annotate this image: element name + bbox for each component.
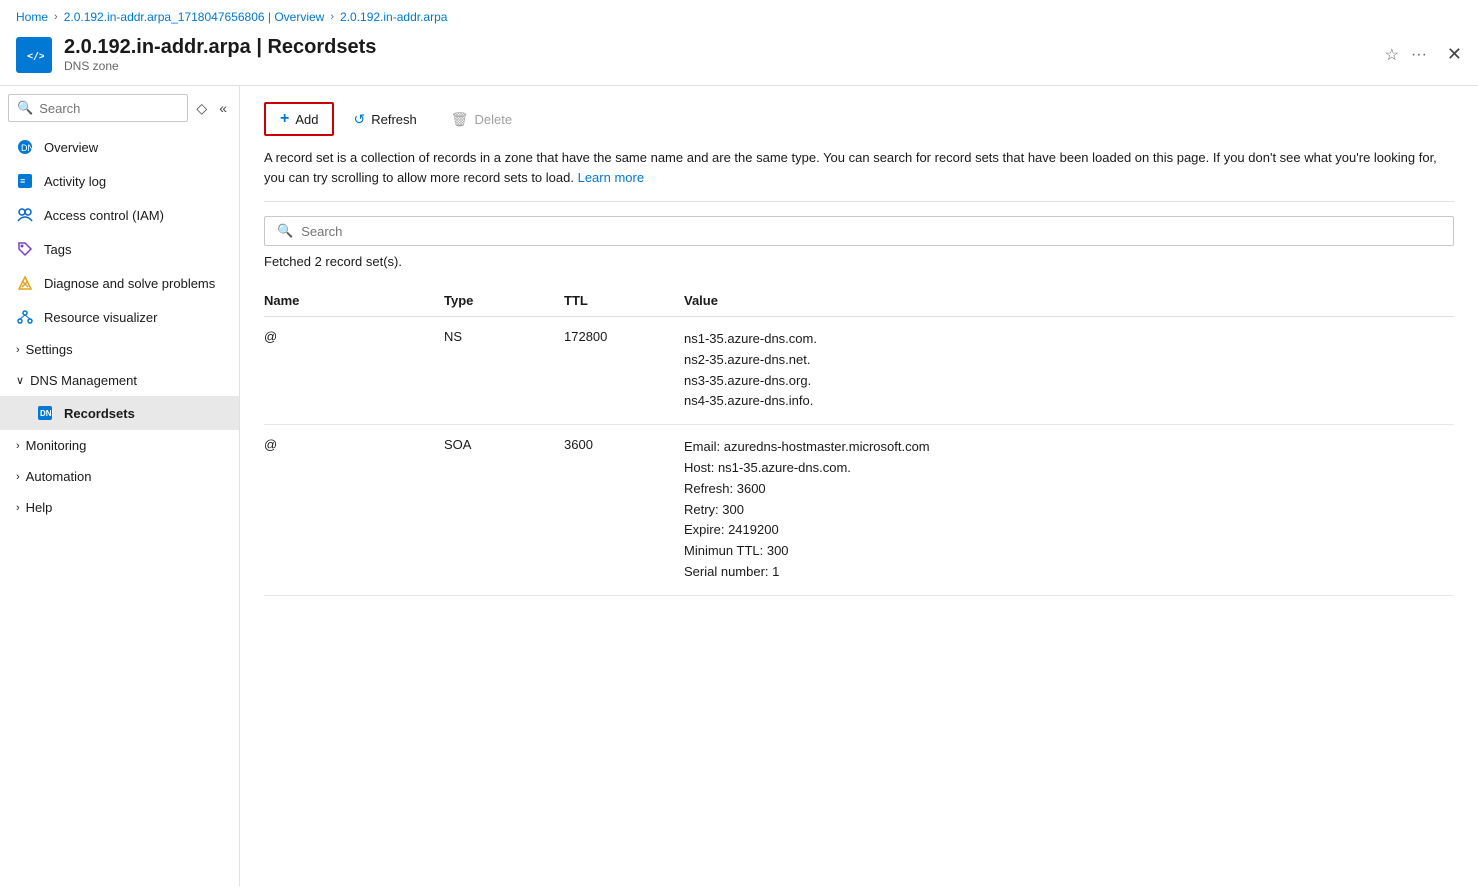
sidebar-label-help: Help [26, 500, 53, 515]
activity-log-icon: ≡ [16, 172, 34, 190]
sidebar-label-resource-visualizer: Resource visualizer [44, 310, 157, 325]
recordsets-icon: DNS [36, 404, 54, 422]
refresh-button[interactable]: ↺ Refresh [338, 104, 431, 135]
tags-icon [16, 240, 34, 258]
resource-icon: </> [16, 37, 52, 73]
dns-mgmt-collapse-icon: ∨ [16, 374, 24, 387]
more-options-icon[interactable]: ··· [1411, 46, 1427, 64]
search-icon: 🔍 [17, 100, 33, 116]
delete-icon: 🗑 [451, 111, 469, 128]
record-value: Email: azuredns-hostmaster.microsoft.com… [684, 425, 1454, 596]
sidebar-label-dns-management: DNS Management [30, 373, 137, 388]
sidebar-label-automation: Automation [26, 469, 92, 484]
page-header: </> 2.0.192.in-addr.arpa | Recordsets DN… [0, 30, 1478, 86]
svg-text:DNS: DNS [21, 143, 33, 153]
svg-text:DNS: DNS [40, 409, 53, 418]
record-ttl: 3600 [564, 425, 684, 596]
collapse-sidebar-icon[interactable]: « [215, 98, 231, 119]
record-name: @ [264, 425, 444, 596]
col-header-name: Name [264, 285, 444, 317]
records-search-input[interactable] [301, 224, 1441, 239]
record-type: SOA [444, 425, 564, 596]
add-button[interactable]: + Add [264, 102, 334, 136]
fetched-count: Fetched 2 record set(s). [264, 254, 1454, 269]
info-text-content: A record set is a collection of records … [264, 150, 1437, 185]
sidebar-item-tags[interactable]: Tags [0, 232, 239, 266]
sidebar-group-monitoring[interactable]: › Monitoring [0, 430, 239, 461]
delete-label: Delete [475, 112, 513, 127]
sidebar-label-monitoring: Monitoring [26, 438, 87, 453]
sidebar-search-input[interactable] [39, 101, 179, 116]
resource-type: DNS zone [64, 59, 1373, 73]
refresh-label: Refresh [371, 112, 417, 127]
delete-button[interactable]: 🗑 Delete [436, 104, 527, 135]
page-title: 2.0.192.in-addr.arpa | Recordsets [64, 36, 1373, 59]
help-expand-icon: › [16, 502, 20, 514]
refresh-icon: ↺ [353, 111, 365, 128]
record-name: @ [264, 317, 444, 425]
sidebar: 🔍 ◇ « DNS Overview ≡ Activity log [0, 86, 240, 886]
sidebar-item-recordsets[interactable]: DNS Recordsets [0, 396, 239, 430]
automation-expand-icon: › [16, 471, 20, 483]
record-type: NS [444, 317, 564, 425]
sidebar-group-automation[interactable]: › Automation [0, 461, 239, 492]
table-row[interactable]: @SOA3600Email: azuredns-hostmaster.micro… [264, 425, 1454, 596]
sidebar-group-settings[interactable]: › Settings [0, 334, 239, 365]
diagnose-icon [16, 274, 34, 292]
sidebar-item-overview[interactable]: DNS Overview [0, 130, 239, 164]
main-content: + Add ↺ Refresh 🗑 Delete A record set is… [240, 86, 1478, 886]
settings-expand-icon: › [16, 344, 20, 356]
sidebar-label-tags: Tags [44, 242, 71, 257]
monitoring-expand-icon: › [16, 440, 20, 452]
sidebar-item-diagnose[interactable]: Diagnose and solve problems [0, 266, 239, 300]
add-label: Add [295, 112, 318, 127]
records-table: Name Type TTL Value @NS172800ns1-35.azur… [264, 285, 1454, 596]
sidebar-item-activity-log[interactable]: ≡ Activity log [0, 164, 239, 198]
sidebar-nav: DNS Overview ≡ Activity log Ac [0, 130, 239, 886]
breadcrumb-current[interactable]: 2.0.192.in-addr.arpa [340, 10, 447, 24]
sidebar-label-recordsets: Recordsets [64, 406, 135, 421]
table-row[interactable]: @NS172800ns1-35.azure-dns.com.ns2-35.azu… [264, 317, 1454, 425]
learn-more-link[interactable]: Learn more [578, 170, 644, 185]
record-value: ns1-35.azure-dns.com.ns2-35.azure-dns.ne… [684, 317, 1454, 425]
sidebar-group-dns-management[interactable]: ∨ DNS Management [0, 365, 239, 396]
add-icon: + [280, 110, 289, 128]
sidebar-label-iam: Access control (IAM) [44, 208, 164, 223]
sidebar-search-box[interactable]: 🔍 [8, 94, 188, 122]
col-header-value: Value [684, 285, 1454, 317]
records-search-icon: 🔍 [277, 223, 293, 239]
sidebar-group-help[interactable]: › Help [0, 492, 239, 523]
svg-text:≡: ≡ [20, 176, 25, 186]
sidebar-label-activity-log: Activity log [44, 174, 106, 189]
sidebar-label-diagnose: Diagnose and solve problems [44, 276, 215, 291]
filter-icon[interactable]: ◇ [192, 98, 211, 119]
col-header-ttl: TTL [564, 285, 684, 317]
record-ttl: 172800 [564, 317, 684, 425]
toolbar: + Add ↺ Refresh 🗑 Delete [264, 102, 1454, 136]
iam-icon [16, 206, 34, 224]
sidebar-item-resource-visualizer[interactable]: Resource visualizer [0, 300, 239, 334]
col-header-type: Type [444, 285, 564, 317]
records-search-box[interactable]: 🔍 [264, 216, 1454, 246]
sidebar-item-iam[interactable]: Access control (IAM) [0, 198, 239, 232]
resource-visualizer-icon [16, 308, 34, 326]
breadcrumb: Home › 2.0.192.in-addr.arpa_171804765680… [0, 0, 1478, 30]
sidebar-label-overview: Overview [44, 140, 98, 155]
svg-text:</>: </> [27, 51, 44, 62]
info-description: A record set is a collection of records … [264, 148, 1454, 202]
close-button[interactable]: ✕ [1447, 44, 1462, 65]
favorite-icon[interactable]: ☆ [1385, 45, 1399, 65]
sidebar-label-settings: Settings [26, 342, 73, 357]
breadcrumb-home[interactable]: Home [16, 10, 48, 24]
breadcrumb-overview[interactable]: 2.0.192.in-addr.arpa_1718047656806 | Ove… [64, 10, 325, 24]
overview-icon: DNS [16, 138, 34, 156]
